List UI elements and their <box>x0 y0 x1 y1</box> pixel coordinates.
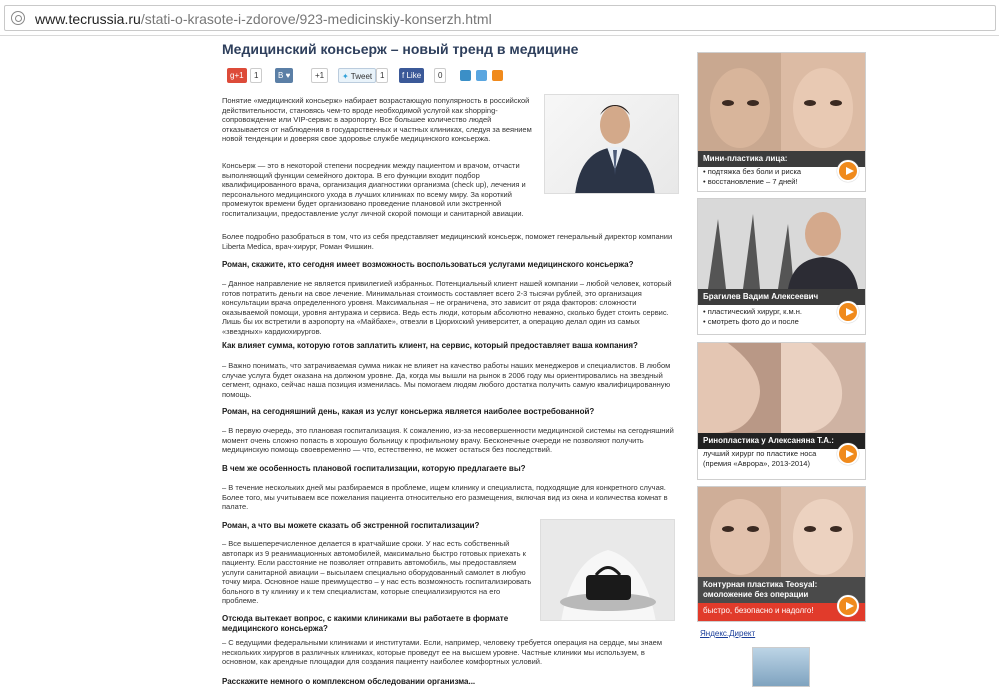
ad1-line2: • восстановление – 7 дней! <box>703 177 798 186</box>
article: Медицинский консьерж – новый тренд в мед… <box>222 36 679 686</box>
ad1-arrow-icon[interactable] <box>837 160 859 182</box>
doctor-photo <box>544 94 679 194</box>
doctor-figure-icon <box>575 105 655 193</box>
ad-rhinoplasty[interactable]: Ринопластика у Алексаняна Т.А.: лучший х… <box>697 342 866 480</box>
url-domain: www.tecrussia.ru <box>35 11 141 27</box>
fb-label: Like <box>406 71 422 80</box>
face-contour-icon <box>698 487 865 577</box>
vk-heart-icon: ♥ <box>285 71 291 80</box>
article-title: Медицинский консьерж – новый тренд в мед… <box>222 41 579 57</box>
share-buttons: g+1 1 B ♥ +1 ✦ Tweet 1 f Like 0 <box>222 68 522 86</box>
nose-profile-icon <box>698 343 865 433</box>
question-7: Расскажите немного о комплексном обследо… <box>222 677 476 686</box>
ad3-line2: (премия «Аврора», 2013-2014) <box>703 459 810 468</box>
answer-1: – Данное направление не является привиле… <box>222 279 672 336</box>
answer-4: – В течение нескольких дней мы разбираем… <box>222 483 668 511</box>
gplus-button[interactable]: g+1 <box>227 68 247 83</box>
question-6: Отсюда вытекает вопрос, с какими клиника… <box>222 614 509 633</box>
answer-6: – С ведущими федеральными клиниками и ин… <box>222 638 663 666</box>
vk-mini-icon[interactable] <box>460 70 471 81</box>
medical-bag-photo <box>540 519 675 621</box>
ad-bragilev[interactable]: Брагилев Вадим Алексеевич • пластический… <box>697 198 866 335</box>
intro-paragraph: Понятие «медицинский консьерж» набирает … <box>222 96 532 143</box>
ad3-line1: лучший хирург по пластике носа <box>703 449 817 458</box>
vk-count: +1 <box>311 68 329 83</box>
answer-5: – Все вышеперечисленное делается в кратч… <box>222 539 532 605</box>
concierge-paragraph: Консьерж — это в некоторой степени посре… <box>222 161 526 218</box>
twitter-mini-icon[interactable] <box>476 70 487 81</box>
question-3: Роман, на сегодняшний день, какая из усл… <box>222 407 595 416</box>
url-text[interactable]: www.tecrussia.ru/stati-o-krasote-i-zdoro… <box>35 11 492 27</box>
site-info-icon[interactable] <box>11 11 25 25</box>
yandex-direct-link[interactable]: Яндекс.Директ <box>700 629 755 638</box>
question-4: В чем же особенность плановой госпитализ… <box>222 464 526 473</box>
question-1: Роман, скажите, кто сегодня имеет возмож… <box>222 260 634 269</box>
answer-2: – Важно понимать, что затрачиваемая сумм… <box>222 361 671 399</box>
ad4-arrow-icon[interactable] <box>837 595 859 617</box>
url-field[interactable]: www.tecrussia.ru/stati-o-krasote-i-zdoro… <box>4 5 996 31</box>
twitter-bird-icon: ✦ <box>342 72 349 81</box>
ad-mini-facelift[interactable]: Мини-пластика лица: • подтяжка без боли … <box>697 52 866 192</box>
address-bar: www.tecrussia.ru/stati-o-krasote-i-zdoro… <box>0 0 999 36</box>
tweet-label: Tweet <box>350 72 373 81</box>
ad4-title-line2: омоложение без операции <box>703 590 809 599</box>
ad4-title-line1: Контурная пластика Teosyal: <box>703 580 818 589</box>
answer-3: – В первую очередь, это плановая госпита… <box>222 426 674 454</box>
ad1-line1: • подтяжка без боли и риска <box>703 167 802 176</box>
url-path: /stati-o-krasote-i-zdorove/923-medicinsk… <box>140 11 492 27</box>
expert-paragraph: Более подробно разобраться в том, что из… <box>222 232 673 251</box>
fb-like-button[interactable]: f Like <box>399 68 425 83</box>
ad3-arrow-icon[interactable] <box>837 443 859 465</box>
tweet-count: 1 <box>376 68 389 83</box>
tweet-button[interactable]: ✦ Tweet <box>338 68 377 83</box>
ad2-line1: • пластический хирург, к.м.н. <box>703 307 802 316</box>
vk-label: B <box>278 71 284 80</box>
ad-teosyal[interactable]: Контурная пластика Teosyal: омоложение бе… <box>697 486 866 622</box>
ad2-line2: • смотреть фото до и после <box>703 317 799 326</box>
fb-count: 0 <box>434 68 447 83</box>
ad2-arrow-icon[interactable] <box>837 301 859 323</box>
surgeon-portrait-icon <box>698 199 865 289</box>
vk-button[interactable]: B ♥ <box>275 68 294 83</box>
doctor-bag-icon <box>541 520 674 620</box>
face-before-after-icon <box>698 53 865 151</box>
question-2: Как влияет сумма, которую готов заплатит… <box>222 341 638 350</box>
fb-icon: f <box>402 71 405 80</box>
more-share-icon[interactable] <box>492 70 503 81</box>
question-5: Роман, а что вы можете сказать об экстре… <box>222 521 480 530</box>
yandex-ad-thumbnail[interactable] <box>752 647 810 687</box>
gplus-count: 1 <box>250 68 263 83</box>
